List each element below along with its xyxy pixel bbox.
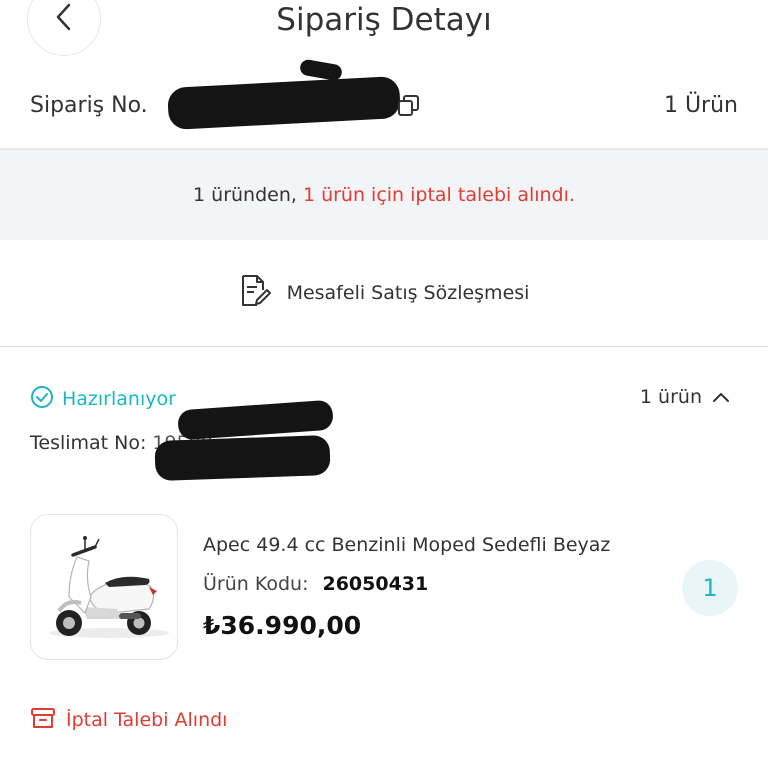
order-item-count: 1 Ürün <box>663 93 738 118</box>
header: Sipariş Detayı <box>0 0 768 56</box>
redaction-mark <box>154 434 331 482</box>
items-toggle-label: 1 ürün <box>639 386 702 408</box>
product-code-value: 26050431 <box>322 573 429 595</box>
items-collapse-toggle[interactable]: 1 ürün <box>640 386 730 408</box>
product-code-row: Ürün Kodu: 26050431 <box>203 573 428 595</box>
cancel-request-status: İptal Talebi Alındı <box>30 706 227 734</box>
distance-sales-contract-link[interactable]: Mesafeli Satış Sözleşmesi <box>0 240 768 346</box>
check-circle-icon <box>30 385 54 413</box>
product-price: ₺36.990,00 <box>203 611 362 640</box>
cancel-notice-banner: 1 üründen, 1 ürün için iptal talebi alın… <box>0 150 768 240</box>
redaction-mark <box>177 399 334 441</box>
notice-highlight: 1 ürün için iptal talebi alındı. <box>302 184 575 206</box>
product-name[interactable]: Apec 49.4 cc Benzinli Moped Sedefli Beya… <box>203 534 610 556</box>
product-image[interactable] <box>30 514 178 660</box>
product-code-label: Ürün Kodu: <box>203 573 309 595</box>
package-icon <box>30 706 56 734</box>
cancel-status-label: İptal Talebi Alındı <box>66 709 228 731</box>
notice-prefix: 1 üründen, <box>193 184 297 206</box>
delivery-label: Teslimat No: <box>30 432 147 454</box>
contract-label: Mesafeli Satış Sözleşmesi <box>286 282 530 304</box>
quantity-badge: 1 <box>682 560 738 616</box>
order-number-label: Sipariş No. <box>30 93 148 118</box>
chevron-up-icon <box>702 386 730 408</box>
status-label: Hazırlanıyor <box>62 388 176 410</box>
divider <box>0 346 768 347</box>
document-edit-icon <box>239 273 273 313</box>
shipment-status: Hazırlanıyor <box>30 384 176 414</box>
page-title: Sipariş Detayı <box>276 2 492 38</box>
copy-icon[interactable] <box>397 94 421 118</box>
